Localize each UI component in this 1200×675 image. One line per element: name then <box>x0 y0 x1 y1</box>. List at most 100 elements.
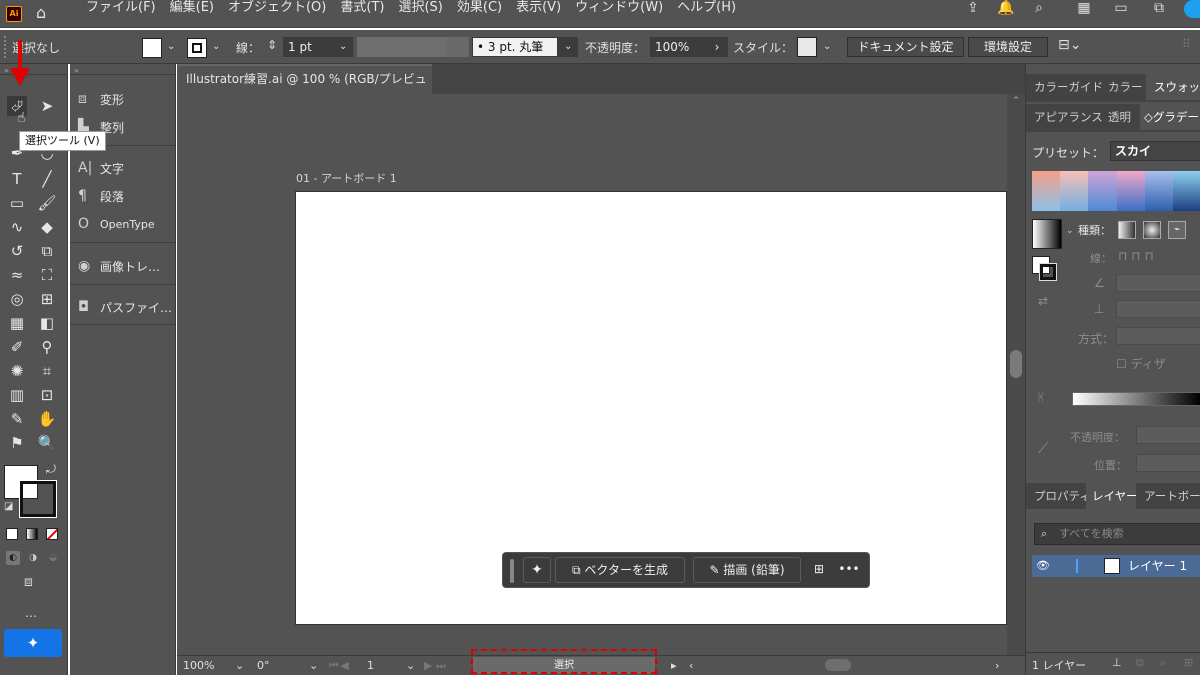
vertical-scroll-thumb[interactable] <box>1010 350 1022 378</box>
linear-gradient-icon[interactable] <box>1118 221 1136 239</box>
stroke-indicator[interactable] <box>1039 263 1057 281</box>
import-image-icon[interactable]: ⊞ <box>807 557 831 583</box>
drag-handle[interactable] <box>510 559 514 583</box>
user-avatar[interactable] <box>1184 0 1200 18</box>
draw-behind-icon[interactable]: ◑ <box>26 551 40 565</box>
none-mode-icon[interactable] <box>46 528 58 540</box>
status-menu-icon[interactable]: ▸ <box>671 659 677 672</box>
column-graph-tool-icon[interactable]: ▥ <box>7 385 27 405</box>
panel-image-trace[interactable]: ◉ 画像トレ… <box>78 255 160 277</box>
menu-select[interactable]: 選択(S) <box>398 0 442 28</box>
artboard-tool-icon[interactable]: ⊡ <box>37 385 57 405</box>
opacity-input[interactable]: 100% <box>650 37 706 57</box>
width-tool-icon[interactable]: ≈ <box>7 265 27 285</box>
tab-transparency[interactable]: 透明 <box>1108 104 1131 130</box>
search-icon[interactable]: ⌕ <box>1028 0 1050 20</box>
menu-object[interactable]: オブジェクト(O) <box>228 0 326 28</box>
perspective-grid-tool-icon[interactable]: ⊞ <box>37 289 57 309</box>
fill-swatch[interactable] <box>142 38 162 58</box>
menu-window[interactable]: ウィンドウ(W) <box>575 0 663 28</box>
color-mode-icon[interactable] <box>6 528 18 540</box>
draw-pencil-button[interactable]: ✎ 描画 (鉛筆) <box>693 557 801 583</box>
chevron-down-icon[interactable]: ⌄ <box>212 41 220 52</box>
tab-color[interactable]: カラー <box>1108 74 1143 100</box>
artboard-first-prev-icon[interactable]: ⏮ ◀ <box>329 659 349 673</box>
tab-appearance[interactable]: アピアランス <box>1034 104 1103 130</box>
workspace-grid-icon[interactable]: ▦ <box>1073 0 1095 20</box>
draw-normal-icon[interactable]: ◐ <box>6 551 20 565</box>
gradient-swatch[interactable] <box>1088 171 1117 211</box>
brush-dropdown[interactable]: ⌄ <box>558 37 578 57</box>
scroll-right-icon[interactable]: › <box>995 659 999 672</box>
angle-input[interactable] <box>1116 274 1200 292</box>
shape-builder-tool-icon[interactable]: ◎ <box>7 289 27 309</box>
type-tool-icon[interactable]: T <box>7 169 27 189</box>
hand-tool-icon[interactable]: ✋ <box>37 409 57 429</box>
eraser-tool-icon[interactable]: ◆ <box>37 217 57 237</box>
gradient-swatch[interactable] <box>1172 171 1200 211</box>
chevron-down-icon[interactable]: ⌄ <box>406 659 415 672</box>
chevron-down-icon[interactable]: ⌄ <box>1066 226 1074 236</box>
scroll-left-icon[interactable]: ‹ <box>689 659 693 672</box>
menu-effect[interactable]: 効果(C) <box>457 0 502 28</box>
generative-ai-button[interactable]: ✦ <box>4 629 62 657</box>
shaper-tool-icon[interactable]: ∿ <box>7 217 27 237</box>
gradient-mode-icon[interactable] <box>26 528 38 540</box>
stroke-weight-input[interactable]: 1 pt <box>283 37 333 57</box>
generate-vector-button[interactable]: ⧉ ベクターを生成 <box>555 557 685 583</box>
stroke-color-swatch[interactable] <box>19 480 57 518</box>
menu-view[interactable]: 表示(V) <box>516 0 561 28</box>
panel-opentype[interactable]: O OpenType <box>78 213 155 235</box>
tab-properties[interactable]: プロパティ <box>1034 483 1091 509</box>
collect-export-icon[interactable]: ⊥ <box>1112 656 1122 669</box>
variable-width-profile[interactable] <box>357 37 447 57</box>
tab-gradient[interactable]: ◇グラデーション <box>1140 104 1200 130</box>
visibility-eye-icon[interactable]: 👁 <box>1036 555 1050 577</box>
gradient-slider[interactable] <box>1072 392 1200 406</box>
stroke-weight-dropdown[interactable]: ⌄ <box>333 37 353 57</box>
rotation-angle[interactable]: 0° <box>257 659 270 672</box>
stop-opacity-input[interactable] <box>1136 426 1200 444</box>
preset-select[interactable]: スカイ <box>1110 141 1200 161</box>
tab-color-guide[interactable]: カラーガイド <box>1034 74 1103 100</box>
layer-search-input[interactable]: ⌕ すべてを検索 <box>1034 523 1200 545</box>
chevron-down-icon[interactable]: ⌄ <box>823 41 831 52</box>
screen-mode-icon[interactable]: ⧈ <box>24 574 33 590</box>
dither-checkbox[interactable]: ☐ ディザ <box>1116 355 1166 372</box>
menu-edit[interactable]: 編集(E) <box>170 0 214 28</box>
gradient-preview-swatch[interactable] <box>1032 219 1062 249</box>
preferences-button[interactable]: 環境設定 <box>968 37 1048 57</box>
scale-tool-icon[interactable]: ⧉ <box>37 241 57 261</box>
print-tiling-tool-icon[interactable]: ⚑ <box>7 433 27 453</box>
tab-layers[interactable]: レイヤー <box>1086 483 1136 509</box>
document-tab[interactable]: Illustrator練習.ai @ 100 % (RGB/プレビュー) × <box>177 64 432 112</box>
search-icon[interactable]: ⌕ <box>1160 656 1166 670</box>
aspect-ratio-input[interactable] <box>1116 300 1200 318</box>
brush-definition[interactable]: • 3 pt. 丸筆 <box>472 37 558 57</box>
radial-gradient-icon[interactable] <box>1143 221 1161 239</box>
layer-name[interactable]: レイヤー 1 <box>1128 555 1187 577</box>
method-select[interactable] <box>1116 327 1200 345</box>
edit-toolbar-icon[interactable]: … <box>25 606 37 620</box>
chevron-down-icon[interactable]: ⌄ <box>167 41 175 52</box>
symbol-sprayer-tool-icon[interactable]: ✺ <box>7 361 27 381</box>
eyedropper-alt-icon[interactable]: ⚲ <box>37 337 57 357</box>
profile-dropdown[interactable] <box>447 37 469 57</box>
eyedropper-icon[interactable]: ⟋ <box>1038 439 1049 457</box>
swap-colors-icon[interactable]: ⤾ <box>46 462 56 477</box>
menu-file[interactable]: ファイル(F) <box>86 0 156 28</box>
arrange-documents-icon[interactable]: ▭ <box>1110 0 1132 20</box>
artboard-next-last-icon[interactable]: ▶ ⏭ <box>424 659 446 673</box>
notification-bell-icon[interactable]: 🔔 <box>995 0 1017 20</box>
free-transform-tool-icon[interactable]: ⛶ <box>37 265 57 285</box>
chevron-down-icon[interactable]: ⌄ <box>309 659 318 672</box>
freeform-gradient-icon[interactable]: ⌁ <box>1168 221 1186 239</box>
more-options-icon[interactable]: ••• <box>835 557 863 583</box>
gradient-preset-swatches[interactable] <box>1032 171 1200 211</box>
gradient-swatch[interactable] <box>1116 171 1145 211</box>
draw-inside-icon[interactable]: ◒ <box>46 551 60 565</box>
stop-location-input[interactable] <box>1136 454 1200 472</box>
stepper-arrows-icon[interactable]: ⇕ <box>267 38 277 52</box>
share-icon[interactable]: ⇪ <box>962 0 984 20</box>
menu-help[interactable]: ヘルプ(H) <box>677 0 736 28</box>
